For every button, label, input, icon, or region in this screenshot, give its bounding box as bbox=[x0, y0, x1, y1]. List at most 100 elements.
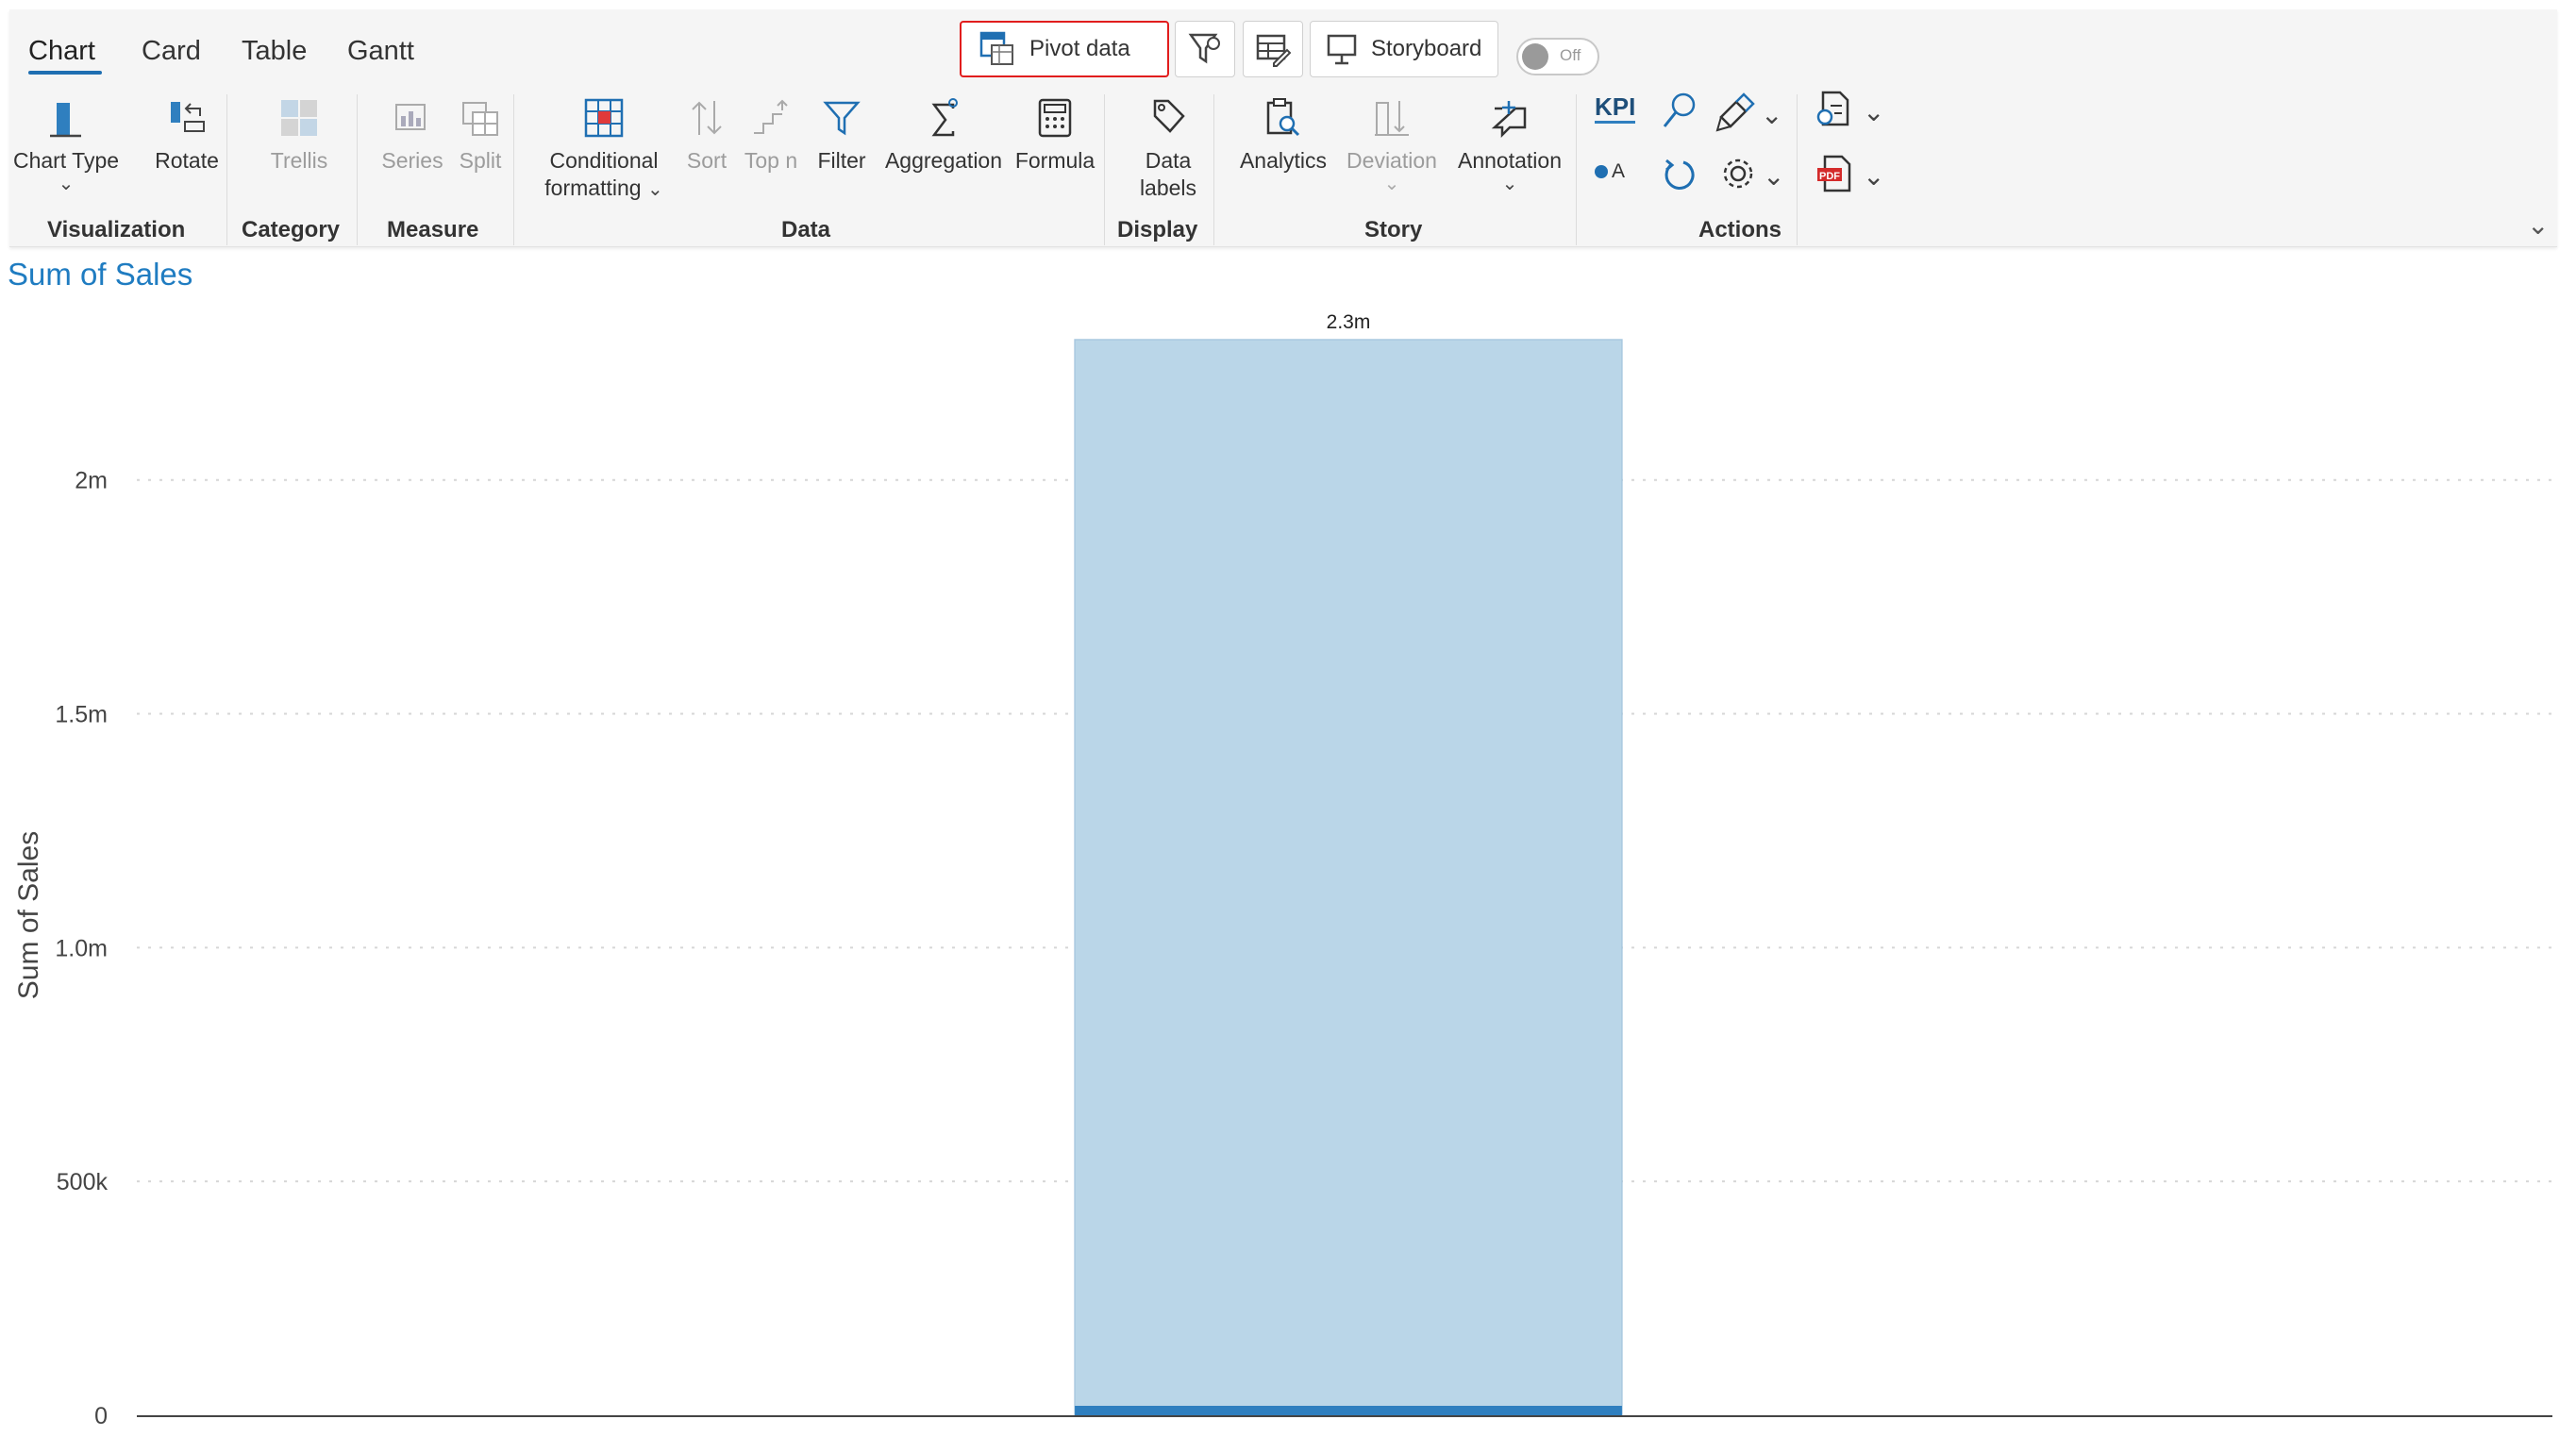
split-label: Split bbox=[459, 148, 502, 173]
filter-settings-button[interactable] bbox=[1175, 21, 1235, 77]
chevron-down-icon: ⌄ bbox=[1761, 99, 1783, 129]
group-display: Display bbox=[1117, 217, 1198, 242]
top-n-button[interactable]: Top n bbox=[736, 89, 806, 175]
sort-icon bbox=[688, 89, 726, 147]
collapse-ribbon-chevron-icon[interactable]: ⌄ bbox=[2527, 209, 2549, 241]
group-measure: Measure bbox=[387, 217, 479, 242]
divider bbox=[1213, 94, 1214, 245]
y-axis-label: Sum of Sales bbox=[13, 831, 44, 999]
ribbon: Chart Card Table Gantt Pivot data Storyb… bbox=[9, 9, 2557, 247]
tab-chart[interactable]: Chart bbox=[28, 36, 95, 67]
chevron-down-icon: ⌄ bbox=[1383, 174, 1400, 194]
rotate-label: Rotate bbox=[155, 148, 219, 173]
storyboard-button[interactable]: Storyboard bbox=[1310, 21, 1498, 77]
storyboard-label: Storyboard bbox=[1371, 36, 1482, 61]
theme-brush-button[interactable]: ⌄ bbox=[1715, 92, 1782, 137]
data-label: 2.3m bbox=[1327, 311, 1371, 333]
divider bbox=[226, 94, 227, 245]
legend-dot-icon bbox=[1595, 165, 1608, 178]
tab-card[interactable]: Card bbox=[142, 36, 201, 67]
chevron-down-icon: ⌄ bbox=[1863, 160, 1885, 191]
data-labels-label-1: Data bbox=[1145, 148, 1192, 173]
chart-type-label: Chart Type bbox=[12, 148, 120, 173]
y-tick-label: 2m bbox=[75, 468, 108, 494]
conditional-formatting-label-2: formatting ⌄ bbox=[544, 175, 663, 200]
conditional-formatting-button[interactable]: Conditional formatting ⌄ bbox=[527, 89, 681, 202]
chevron-down-icon: ⌄ bbox=[58, 174, 75, 194]
tab-table[interactable]: Table bbox=[242, 36, 307, 67]
trellis-button[interactable]: Trellis bbox=[257, 89, 342, 175]
filter-gear-icon bbox=[1188, 30, 1222, 68]
divider bbox=[1797, 94, 1798, 245]
filter-button[interactable]: Filter bbox=[808, 89, 876, 175]
pivot-data-label: Pivot data bbox=[1029, 36, 1130, 61]
chevron-down-icon: ⌄ bbox=[646, 179, 663, 200]
group-visualization: Visualization bbox=[47, 217, 186, 242]
chart-type-button[interactable]: Chart Type ⌄ bbox=[13, 89, 119, 194]
annotation-icon bbox=[1489, 89, 1531, 147]
bar-chart-icon bbox=[47, 89, 85, 147]
active-tab-indicator bbox=[28, 71, 102, 75]
chevron-down-icon: ⌄ bbox=[1763, 160, 1785, 191]
series-button[interactable]: Series bbox=[377, 89, 447, 175]
legend-letter: A bbox=[1612, 160, 1626, 182]
calculator-icon bbox=[1036, 89, 1074, 147]
series-label: Series bbox=[381, 148, 443, 173]
document-gear-icon bbox=[1814, 89, 1855, 135]
annotation-button[interactable]: Annotation ⌄ bbox=[1444, 89, 1576, 193]
group-actions: Actions bbox=[1698, 217, 1782, 242]
export-settings-button[interactable]: ⌄ bbox=[1814, 89, 1884, 135]
group-category: Category bbox=[242, 217, 341, 242]
tab-gantt[interactable]: Gantt bbox=[347, 36, 414, 67]
group-story: Story bbox=[1364, 217, 1423, 242]
aggregation-button[interactable]: Aggregation bbox=[878, 89, 1010, 175]
pivot-icon bbox=[979, 30, 1016, 68]
toggle-knob bbox=[1522, 43, 1548, 70]
aggregation-label: Aggregation bbox=[884, 148, 1003, 173]
pivot-data-button[interactable]: Pivot data bbox=[960, 21, 1169, 77]
deviation-label: Deviation bbox=[1347, 148, 1437, 173]
conditional-formatting-label-1: Conditional bbox=[549, 148, 659, 173]
kpi-icon[interactable]: KPI bbox=[1595, 92, 1636, 124]
paint-brush-icon bbox=[1715, 92, 1755, 137]
storyboard-icon bbox=[1326, 32, 1358, 66]
chevron-down-icon: ⌄ bbox=[1501, 174, 1518, 194]
data-labels-label-2: labels bbox=[1139, 175, 1197, 200]
annotation-label: Annotation bbox=[1458, 148, 1562, 173]
y-tick-label: 500k bbox=[57, 1169, 109, 1195]
table-edit-button[interactable] bbox=[1243, 21, 1303, 77]
analytics-icon bbox=[1263, 89, 1304, 147]
sort-button[interactable]: Sort bbox=[672, 89, 742, 175]
divider bbox=[1576, 94, 1577, 245]
formula-button[interactable]: Formula bbox=[1008, 89, 1102, 175]
search-icon[interactable] bbox=[1661, 91, 1698, 137]
group-data: Data bbox=[781, 217, 831, 242]
legend-toggle[interactable]: A bbox=[1595, 160, 1625, 183]
filter-icon bbox=[823, 89, 861, 147]
split-icon bbox=[460, 89, 501, 147]
trellis-icon bbox=[278, 89, 320, 147]
analytics-button[interactable]: Analytics bbox=[1227, 89, 1340, 175]
top-n-label: Top n bbox=[744, 148, 798, 173]
refresh-icon[interactable] bbox=[1663, 157, 1698, 199]
data-labels-button[interactable]: Data labels bbox=[1121, 89, 1215, 202]
sigma-icon bbox=[925, 89, 962, 147]
divider bbox=[1104, 94, 1105, 245]
bar[interactable] bbox=[1074, 339, 1623, 1416]
rotate-icon bbox=[166, 89, 208, 147]
gear-icon bbox=[1719, 155, 1757, 197]
settings-button[interactable]: ⌄ bbox=[1719, 155, 1784, 197]
divider bbox=[357, 94, 358, 245]
live-toggle[interactable]: Off bbox=[1516, 38, 1599, 75]
filter-label: Filter bbox=[817, 148, 866, 173]
export-pdf-button[interactable]: PDF ⌄ bbox=[1814, 153, 1884, 199]
series-icon bbox=[392, 89, 433, 147]
deviation-button[interactable]: Deviation ⌄ bbox=[1340, 89, 1444, 193]
split-button[interactable]: Split bbox=[445, 89, 515, 175]
y-tick-label: 1.5m bbox=[55, 702, 108, 728]
svg-text:PDF: PDF bbox=[1819, 171, 1840, 182]
y-tick-label: 1.0m bbox=[55, 935, 108, 961]
tag-icon bbox=[1149, 89, 1187, 147]
divider bbox=[513, 94, 514, 245]
rotate-button[interactable]: Rotate bbox=[143, 89, 230, 175]
